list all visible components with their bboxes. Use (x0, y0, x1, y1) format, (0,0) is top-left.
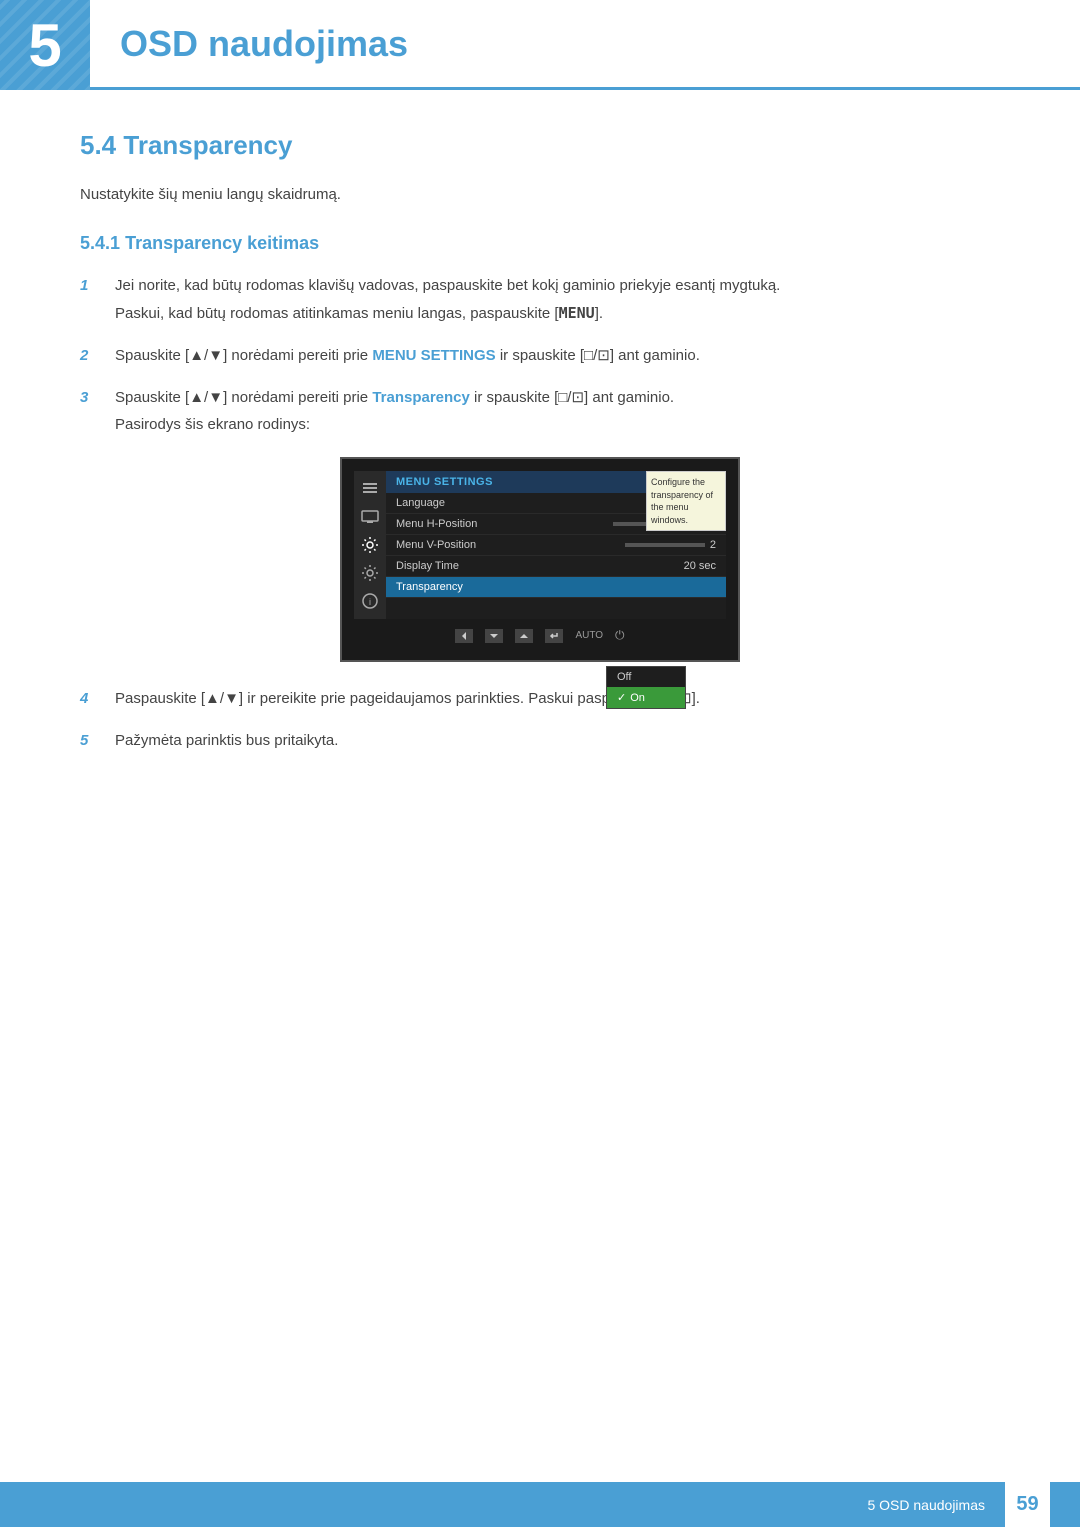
section-title: 5.4 Transparency (80, 130, 1000, 161)
step-3-text: Spauskite [▲/▼] norėdami pereiti prie Tr… (115, 386, 1000, 437)
submenu-on: ✓ On (607, 687, 685, 708)
monitor-inner: i MENU SETTINGS Language English Menu H-… (340, 457, 740, 662)
step-1-subtext: Paskui, kad būtų rodomas atitinkamas men… (115, 301, 1000, 326)
icon-gear (358, 533, 382, 557)
chapter-title-box: OSD naudojimas (90, 0, 1080, 90)
display-icon (361, 508, 379, 526)
chapter-number: 5 (28, 11, 61, 80)
step-2-text: Spauskite [▲/▼] norėdami pereiti prie ME… (115, 344, 1000, 368)
power-icon: ⏻ (615, 628, 625, 643)
section-intro: Nustatykite šių meniu langų skaidrumą. (80, 186, 1000, 203)
gear-icon (361, 536, 379, 554)
footer-page-number: 59 (1005, 1482, 1050, 1527)
icon-settings2 (358, 561, 382, 585)
main-content: 5.4 Transparency Nustatykite šių meniu l… (0, 130, 1080, 851)
submenu-off: Off (607, 667, 685, 687)
step-2-highlight: MENU SETTINGS (372, 347, 495, 364)
info-icon: i (361, 592, 379, 610)
chapter-number-box: 5 (0, 0, 90, 90)
steps-list: 1 Jei norite, kad būtų rodomas klavišų v… (80, 274, 1000, 437)
nav-down-btn (485, 629, 503, 643)
submenu: Off ✓ On (606, 666, 686, 709)
icon-bar: i (354, 471, 386, 619)
auto-label: AUTO (575, 630, 603, 641)
svg-text:i: i (369, 597, 371, 607)
vpos-slider (625, 543, 705, 547)
nav-up-btn (515, 629, 533, 643)
nav-left-btn (455, 629, 473, 643)
step-3-highlight: Transparency (372, 389, 470, 406)
step-3: 3 Spauskite [▲/▼] norėdami pereiti prie … (80, 386, 1000, 437)
nav-enter-btn (545, 629, 563, 643)
step-4-text: Paspauskite [▲/▼] ir pereikite prie page… (115, 687, 1000, 711)
menu-panel: i MENU SETTINGS Language English Menu H-… (354, 471, 726, 619)
step-1-number: 1 (80, 274, 110, 298)
icon-display (358, 505, 382, 529)
settings2-icon (361, 564, 379, 582)
footer-text: 5 OSD naudojimas (867, 1497, 985, 1513)
step-5-number: 5 (80, 729, 110, 753)
steps-list-2: 4 Paspauskite [▲/▼] ir pereikite prie pa… (80, 687, 1000, 753)
subsection-title: 5.4.1 Transparency keitimas (80, 233, 1000, 254)
step-1-text: Jei norite, kad būtų rodomas klavišų vad… (115, 274, 1000, 326)
monitor-screenshot: i MENU SETTINGS Language English Menu H-… (80, 457, 1000, 662)
step-1: 1 Jei norite, kad būtų rodomas klavišų v… (80, 274, 1000, 326)
step-4-number: 4 (80, 687, 110, 711)
step-5-text: Pažymėta parinktis bus pritaikyta. (115, 729, 1000, 753)
tooltip-box: Configure the transparency of the menu w… (646, 471, 726, 531)
chapter-header: 5 OSD naudojimas (0, 0, 1080, 90)
step-2: 2 Spauskite [▲/▼] norėdami pereiti prie … (80, 344, 1000, 368)
menu-row-displaytime: Display Time 20 sec (386, 556, 726, 577)
nav-left-icon (459, 631, 469, 641)
nav-enter-icon (549, 631, 559, 641)
step-5: 5 Pažymėta parinktis bus pritaikyta. (80, 729, 1000, 753)
chapter-title: OSD naudojimas (120, 23, 408, 65)
menu-row-vpos: Menu V-Position 2 (386, 535, 726, 556)
icon-menu (358, 477, 382, 501)
menu-row-transparency: Transparency (386, 577, 726, 598)
nav-down-icon (489, 631, 499, 641)
page-footer: 5 OSD naudojimas 59 (0, 1482, 1080, 1527)
step-2-number: 2 (80, 344, 110, 368)
step-4: 4 Paspauskite [▲/▼] ir pereikite prie pa… (80, 687, 1000, 711)
monitor-bottom-bar: AUTO ⏻ (354, 623, 726, 648)
nav-up-icon (519, 631, 529, 641)
icon-info: i (358, 589, 382, 613)
step-3-number: 3 (80, 386, 110, 410)
step-3-subtext: Pasirodys šis ekrano rodinys: (115, 413, 1000, 437)
menu-icon (361, 480, 379, 498)
